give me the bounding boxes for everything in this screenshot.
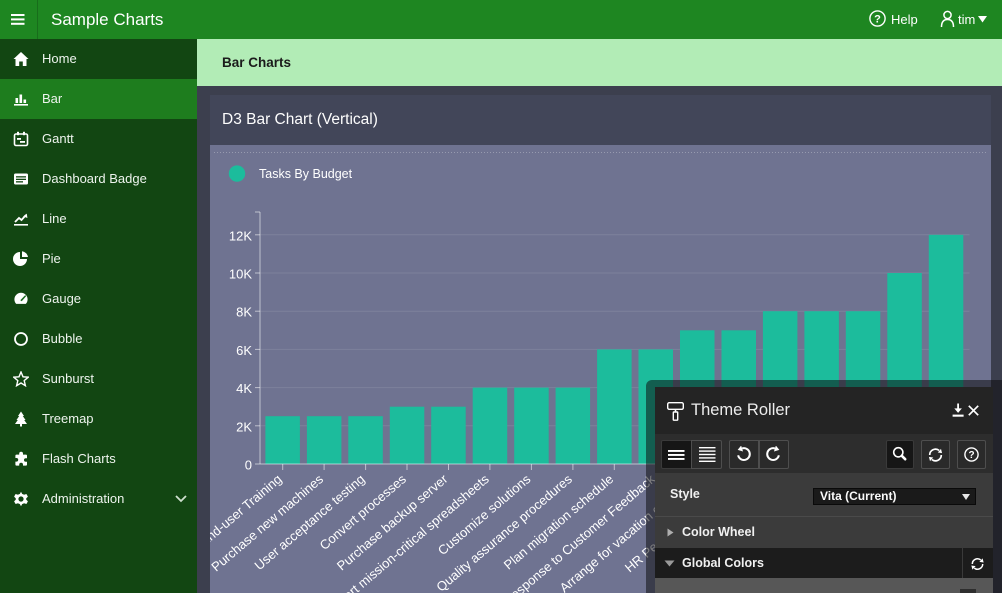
svg-text:6K: 6K — [236, 343, 252, 358]
svg-text:?: ? — [874, 13, 881, 25]
svg-text:4K: 4K — [236, 381, 252, 396]
svg-text:10K: 10K — [229, 267, 252, 282]
svg-text:8K: 8K — [236, 305, 252, 320]
svg-text:12K: 12K — [229, 228, 252, 243]
svg-text:2K: 2K — [236, 419, 252, 434]
svg-text:Tasks By Budget: Tasks By Budget — [259, 167, 353, 181]
svg-text:?: ? — [968, 450, 974, 461]
svg-text:0: 0 — [245, 458, 252, 473]
